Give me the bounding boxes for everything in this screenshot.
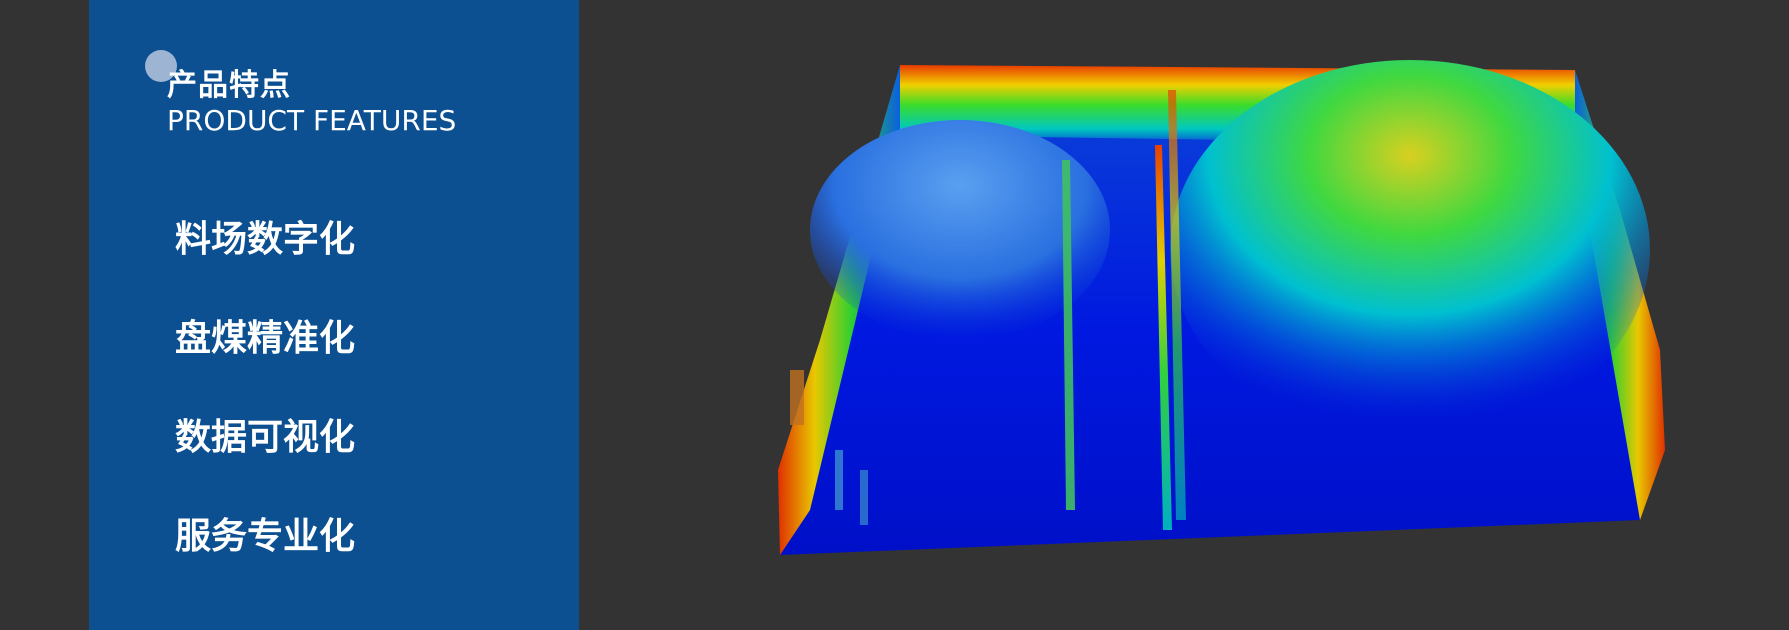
feature-list: 料场数字化 盘煤精准化 数据可视化 服务专业化 <box>175 215 355 611</box>
section-title: 产品特点 <box>167 68 291 103</box>
feature-item-visualization: 数据可视化 <box>175 417 356 458</box>
feature-item-digitization: 料场数字化 <box>175 219 356 260</box>
section-subtitle: PRODUCT FEATURES <box>167 104 457 137</box>
feature-item-accuracy: 盘煤精准化 <box>175 318 356 359</box>
feature-item-professional: 服务专业化 <box>175 516 356 557</box>
features-panel: 产品特点 PRODUCT FEATURES 料场数字化 盘煤精准化 数据可视化 … <box>89 0 579 630</box>
point-cloud-scan-image <box>778 60 1665 555</box>
